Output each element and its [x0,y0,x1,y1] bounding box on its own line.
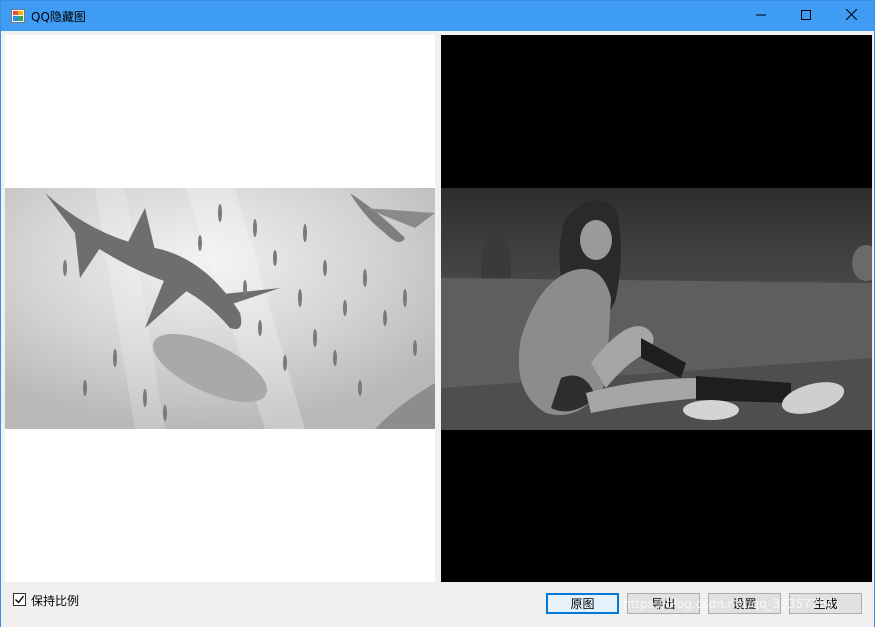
right-preview-panel [441,35,872,582]
generate-button[interactable]: 生成 [789,593,862,614]
maximize-button[interactable] [783,1,829,31]
grayscale-portrait-girl-sitting-image [441,188,872,430]
title-bar[interactable]: QQ隐藏图 [1,1,874,31]
left-preview-panel [5,35,435,582]
keep-ratio-checkbox[interactable] [13,593,26,606]
close-icon [845,8,857,23]
bottom-toolbar: 保持比例 原图 导出 设置 生成 [1,583,874,627]
window-title: QQ隐藏图 [31,10,86,24]
export-button[interactable]: 导出 [627,593,700,614]
keep-ratio-label[interactable]: 保持比例 [31,592,79,609]
app-icon [11,9,25,23]
grayscale-underwater-sharks-image [5,188,435,429]
minimize-button[interactable] [738,1,784,31]
close-button[interactable] [828,1,874,31]
original-button[interactable]: 原图 [546,593,619,614]
maximize-icon [801,9,811,23]
minimize-icon [756,9,766,23]
settings-button[interactable]: 设置 [708,593,781,614]
app-window: QQ隐藏图 保持比例 原图 导出 设置 生成 https://blog.csdn… [0,0,875,627]
